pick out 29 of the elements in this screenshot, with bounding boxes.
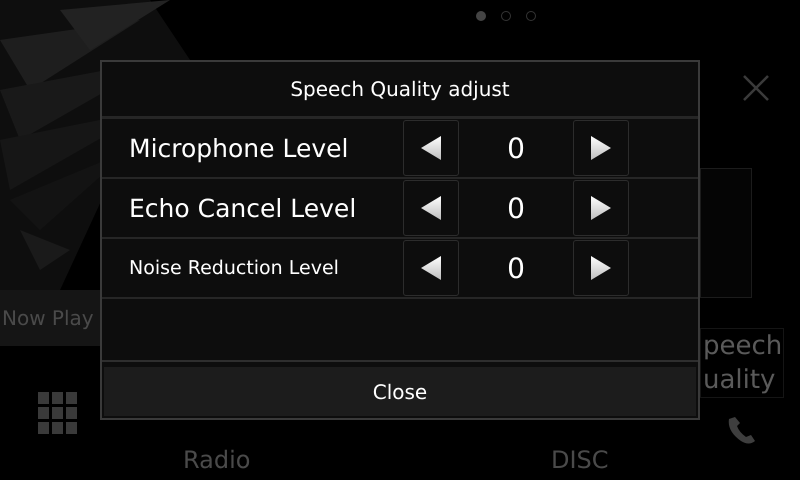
close-button[interactable]: Close <box>104 367 696 416</box>
page-dot[interactable] <box>526 11 536 21</box>
page-dot[interactable] <box>501 11 511 21</box>
setting-label: Echo Cancel Level <box>128 194 358 222</box>
level-value: 0 <box>506 192 526 224</box>
tile-label: uality <box>703 364 776 397</box>
setting-label: Microphone Level <box>128 134 350 162</box>
right-arrow-icon <box>591 256 611 280</box>
close-icon[interactable] <box>743 75 769 101</box>
decrease-button[interactable] <box>403 180 459 236</box>
decrease-button[interactable] <box>403 120 459 176</box>
grid-icon[interactable] <box>38 392 77 435</box>
left-arrow-icon <box>421 136 441 160</box>
page-dot[interactable] <box>476 11 486 21</box>
tile-label: peech <box>703 330 783 363</box>
dialog-title: Speech Quality adjust <box>290 77 510 101</box>
decrease-button[interactable] <box>403 240 459 296</box>
right-arrow-icon <box>591 136 611 160</box>
left-arrow-icon <box>421 256 441 280</box>
source-label[interactable]: DISC <box>551 446 609 474</box>
increase-button[interactable] <box>573 240 629 296</box>
increase-button[interactable] <box>573 180 629 236</box>
increase-button[interactable] <box>573 120 629 176</box>
right-arrow-icon <box>591 196 611 220</box>
left-arrow-icon <box>421 196 441 220</box>
level-value: 0 <box>506 252 526 284</box>
setting-label: Noise Reduction Level <box>128 257 340 279</box>
source-label[interactable]: Radio <box>183 446 250 474</box>
level-value: 0 <box>506 132 526 164</box>
